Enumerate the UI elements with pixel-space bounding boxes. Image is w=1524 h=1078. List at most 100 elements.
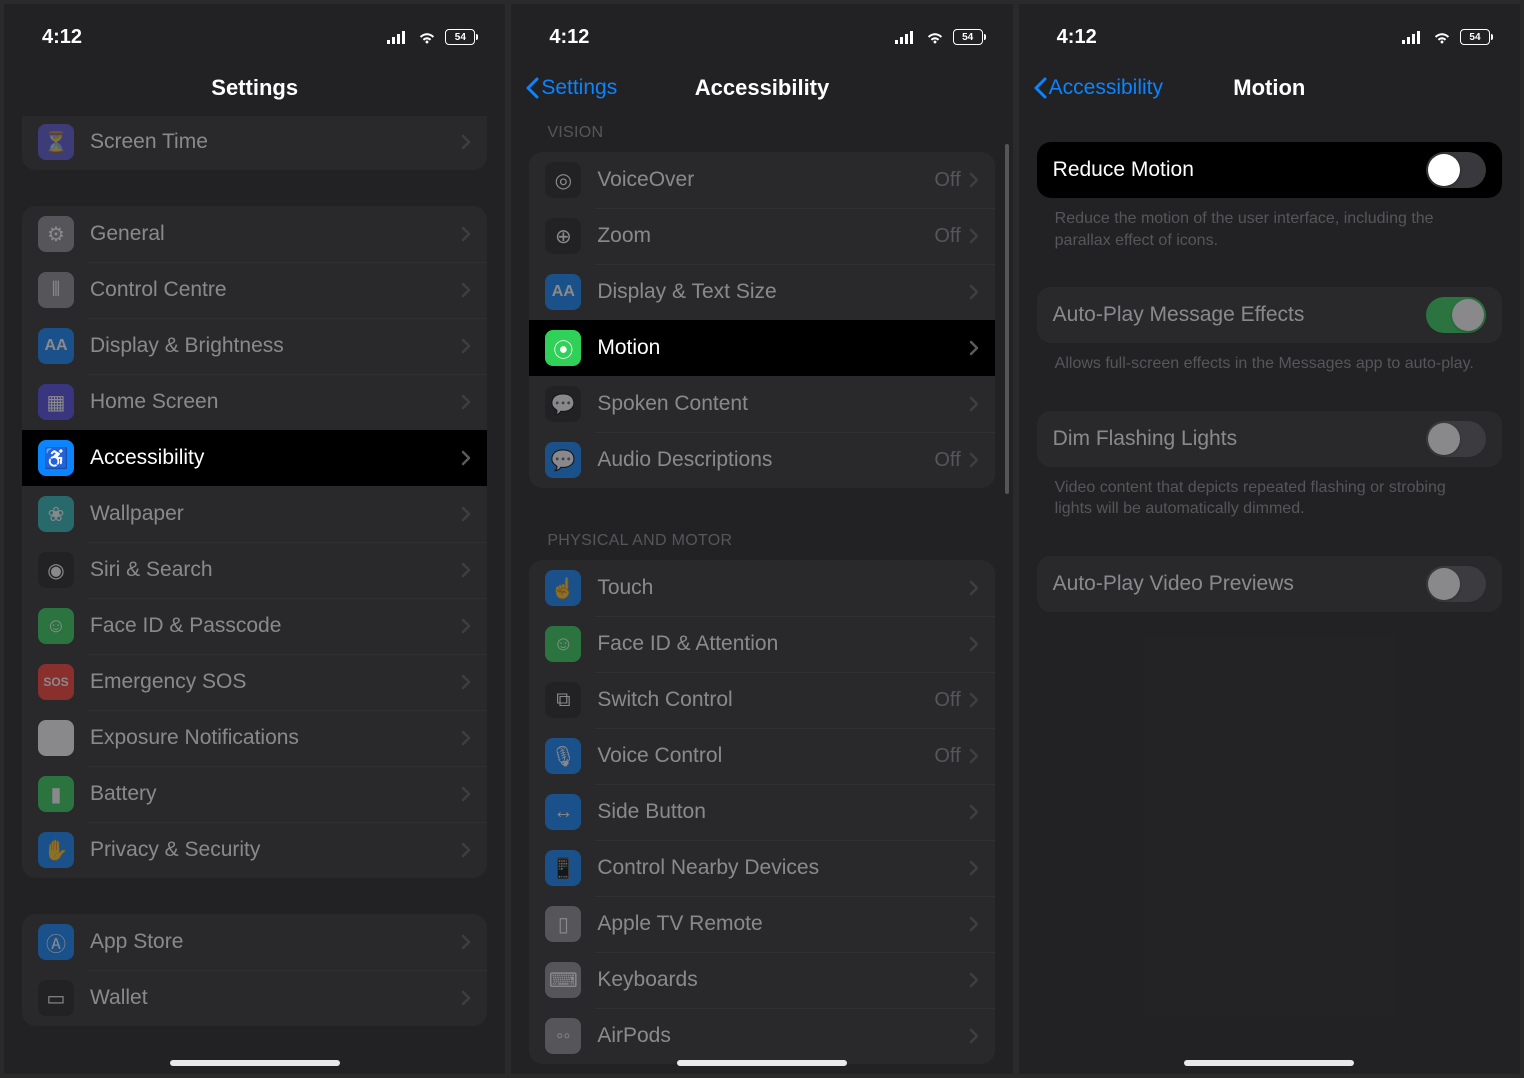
status-time: 4:12 bbox=[1057, 26, 1097, 49]
face-icon: ☺ bbox=[545, 626, 581, 662]
settings-row-display-brightness[interactable]: AADisplay & Brightness bbox=[22, 318, 487, 374]
screenshot-motion: 4:12 54 Accessibility Motion Reduce Moti… bbox=[1019, 4, 1520, 1074]
sliders-icon: ⫴ bbox=[38, 272, 74, 308]
settings-row-display-text-size[interactable]: AADisplay & Text Size bbox=[529, 264, 994, 320]
status-time: 4:12 bbox=[42, 26, 82, 49]
ad-icon: 💬 bbox=[545, 442, 581, 478]
home-indicator[interactable] bbox=[1184, 1060, 1354, 1066]
chevron-right-icon bbox=[461, 226, 471, 242]
touch-icon: ☝ bbox=[545, 570, 581, 606]
settings-row-emergency-sos[interactable]: SOS Emergency SOS bbox=[22, 654, 487, 710]
chevron-right-icon bbox=[969, 452, 979, 468]
settings-row-face-id-attention[interactable]: ☺ Face ID & Attention bbox=[529, 616, 994, 672]
settings-row-app-store[interactable]: ⒶApp Store bbox=[22, 914, 487, 970]
settings-row-zoom[interactable]: ⊕ZoomOff bbox=[529, 208, 994, 264]
accessibility-scroll-content[interactable]: VISION◎VoiceOverOff⊕ZoomOffAADisplay & T… bbox=[511, 116, 1012, 1074]
sos-icon: SOS bbox=[38, 664, 74, 700]
toggle-auto-play-video-previews[interactable] bbox=[1426, 566, 1486, 602]
settings-row-motion[interactable]: ⦿Motion bbox=[529, 320, 994, 376]
row-label: AirPods bbox=[597, 1024, 968, 1048]
settings-row-touch[interactable]: ☝Touch bbox=[529, 560, 994, 616]
settings-row-screen-time[interactable]: ⏳Screen Time bbox=[22, 116, 487, 170]
settings-row-face-id-passcode[interactable]: ☺Face ID & Passcode bbox=[22, 598, 487, 654]
gear-icon: ⚙ bbox=[38, 216, 74, 252]
keyboard-icon: ⌨ bbox=[545, 962, 581, 998]
row-label: Zoom bbox=[597, 224, 934, 248]
back-button[interactable]: Settings bbox=[525, 76, 617, 100]
settings-row-voiceover[interactable]: ◎VoiceOverOff bbox=[529, 152, 994, 208]
status-bar: 4:12 54 bbox=[1019, 4, 1520, 60]
chevron-right-icon bbox=[461, 934, 471, 950]
settings-row-control-centre[interactable]: ⫴Control Centre bbox=[22, 262, 487, 318]
settings-row-privacy-security[interactable]: ✋Privacy & Security bbox=[22, 822, 487, 878]
back-button[interactable]: Accessibility bbox=[1033, 76, 1163, 100]
chevron-right-icon bbox=[969, 580, 979, 596]
settings-row-side-button[interactable]: ↔Side Button bbox=[529, 784, 994, 840]
settings-row-apple-tv-remote[interactable]: ▯Apple TV Remote bbox=[529, 896, 994, 952]
settings-row-audio-descriptions[interactable]: 💬Audio DescriptionsOff bbox=[529, 432, 994, 488]
settings-row-auto-play-video-previews: Auto-Play Video Previews bbox=[1037, 556, 1502, 612]
page-title: Motion bbox=[1233, 75, 1305, 101]
settings-row-voice-control[interactable]: 🎙Voice ControlOff bbox=[529, 728, 994, 784]
row-label: Face ID & Attention bbox=[597, 632, 968, 656]
row-label: VoiceOver bbox=[597, 168, 934, 192]
motion-scroll-content[interactable]: Reduce MotionReduce the motion of the us… bbox=[1019, 116, 1520, 1074]
settings-row-wallpaper[interactable]: ❀Wallpaper bbox=[22, 486, 487, 542]
chevron-right-icon bbox=[461, 394, 471, 410]
row-label: Battery bbox=[90, 782, 461, 806]
home-indicator[interactable] bbox=[170, 1060, 340, 1066]
settings-row-battery[interactable]: ▮ Battery bbox=[22, 766, 487, 822]
row-label: Emergency SOS bbox=[90, 670, 461, 694]
row-label: Auto-Play Message Effects bbox=[1053, 303, 1426, 327]
row-label: Reduce Motion bbox=[1053, 158, 1426, 182]
settings-row-home-screen[interactable]: ▦Home Screen bbox=[22, 374, 487, 430]
row-value: Off bbox=[934, 169, 960, 192]
exposure-icon: ✲ bbox=[38, 720, 74, 756]
row-label: App Store bbox=[90, 930, 461, 954]
chevron-right-icon bbox=[969, 228, 979, 244]
remote-icon: ▯ bbox=[545, 906, 581, 942]
settings-row-auto-play-message-effects: Auto-Play Message Effects bbox=[1037, 287, 1502, 343]
settings-row-siri-search[interactable]: ◉Siri & Search bbox=[22, 542, 487, 598]
row-label: Control Nearby Devices bbox=[597, 856, 968, 880]
settings-row-wallet[interactable]: ▭Wallet bbox=[22, 970, 487, 1026]
zoom-icon: ⊕ bbox=[545, 218, 581, 254]
settings-row-switch-control[interactable]: ⧉Switch ControlOff bbox=[529, 672, 994, 728]
chevron-right-icon bbox=[969, 860, 979, 876]
settings-row-exposure-notifications[interactable]: ✲Exposure Notifications bbox=[22, 710, 487, 766]
settings-row-keyboards[interactable]: ⌨Keyboards bbox=[529, 952, 994, 1008]
settings-row-general[interactable]: ⚙ General bbox=[22, 206, 487, 262]
settings-row-spoken-content[interactable]: 💬Spoken Content bbox=[529, 376, 994, 432]
hand-icon: ✋ bbox=[38, 832, 74, 868]
face-icon: ☺ bbox=[38, 608, 74, 644]
row-label: General bbox=[90, 222, 461, 246]
battery-icon: ▮ bbox=[38, 776, 74, 812]
a11y-icon: ♿ bbox=[38, 440, 74, 476]
settings-scroll-content[interactable]: ◐Focus⏳Screen Time ⚙General⫴Control Cent… bbox=[4, 116, 505, 1074]
toggle-dim-flashing-lights[interactable] bbox=[1426, 421, 1486, 457]
settings-row-airpods[interactable]: ◦◦AirPods bbox=[529, 1008, 994, 1064]
chevron-right-icon bbox=[969, 284, 979, 300]
settings-row-control-nearby-devices[interactable]: 📱 Control Nearby Devices bbox=[529, 840, 994, 896]
nearby-icon: 📱 bbox=[545, 850, 581, 886]
chevron-right-icon bbox=[969, 748, 979, 764]
scrollbar[interactable] bbox=[1005, 144, 1009, 494]
home-indicator[interactable] bbox=[677, 1060, 847, 1066]
status-bar: 4:12 54 bbox=[511, 4, 1012, 60]
chevron-right-icon bbox=[461, 842, 471, 858]
settings-row-accessibility[interactable]: ♿Accessibility bbox=[22, 430, 487, 486]
nav-bar: Settings bbox=[4, 60, 505, 116]
row-label: Display & Brightness bbox=[90, 334, 461, 358]
chevron-right-icon bbox=[461, 506, 471, 522]
chevron-right-icon bbox=[969, 396, 979, 412]
toggle-reduce-motion[interactable] bbox=[1426, 152, 1486, 188]
row-label: Wallet bbox=[90, 986, 461, 1010]
status-indicators: 54 bbox=[1402, 29, 1490, 45]
toggle-auto-play-message-effects[interactable] bbox=[1426, 297, 1486, 333]
chevron-right-icon bbox=[969, 692, 979, 708]
battery-indicator: 54 bbox=[1460, 29, 1490, 45]
chevron-left-icon bbox=[1033, 77, 1047, 99]
section-header: PHYSICAL AND MOTOR bbox=[529, 524, 994, 560]
battery-level: 54 bbox=[1469, 32, 1480, 43]
chevron-right-icon bbox=[461, 618, 471, 634]
